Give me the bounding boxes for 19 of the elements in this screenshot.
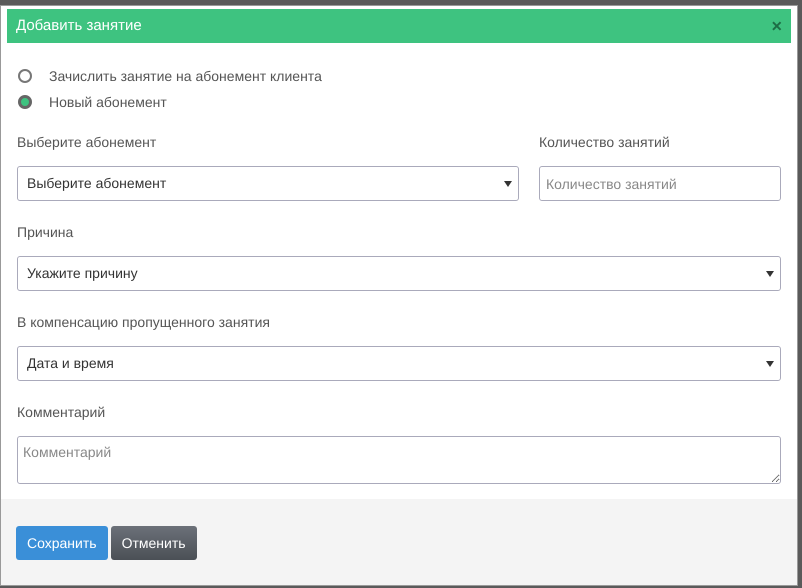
radio-label: Зачислить занятие на абонемент клиента xyxy=(49,66,322,86)
caret-icon xyxy=(766,360,774,366)
radio-button[interactable] xyxy=(18,69,32,83)
field-label: Количество занятий xyxy=(539,134,671,150)
radio-label: Новый абонемент xyxy=(49,92,167,112)
field-label: В компенсацию пропущенного занятия xyxy=(17,314,271,330)
select-field[interactable]: Выберите абонемент xyxy=(17,166,519,201)
dialog-title: Добавить занятие xyxy=(16,16,142,36)
comment-field[interactable]: Комментарий xyxy=(17,436,781,484)
field-label: Комментарий xyxy=(17,404,106,420)
field-label: Причина xyxy=(17,224,74,240)
input-field[interactable]: Количество занятий xyxy=(539,166,781,201)
caret-icon xyxy=(504,180,512,186)
select-field[interactable]: Укажите причину xyxy=(17,256,781,291)
field-label: Выберите абонемент xyxy=(17,134,158,150)
select-field[interactable]: Дата и время xyxy=(17,346,781,381)
cancel-button[interactable]: Отменить xyxy=(110,526,197,560)
caret-icon xyxy=(766,270,774,276)
radio-button[interactable] xyxy=(18,95,32,109)
